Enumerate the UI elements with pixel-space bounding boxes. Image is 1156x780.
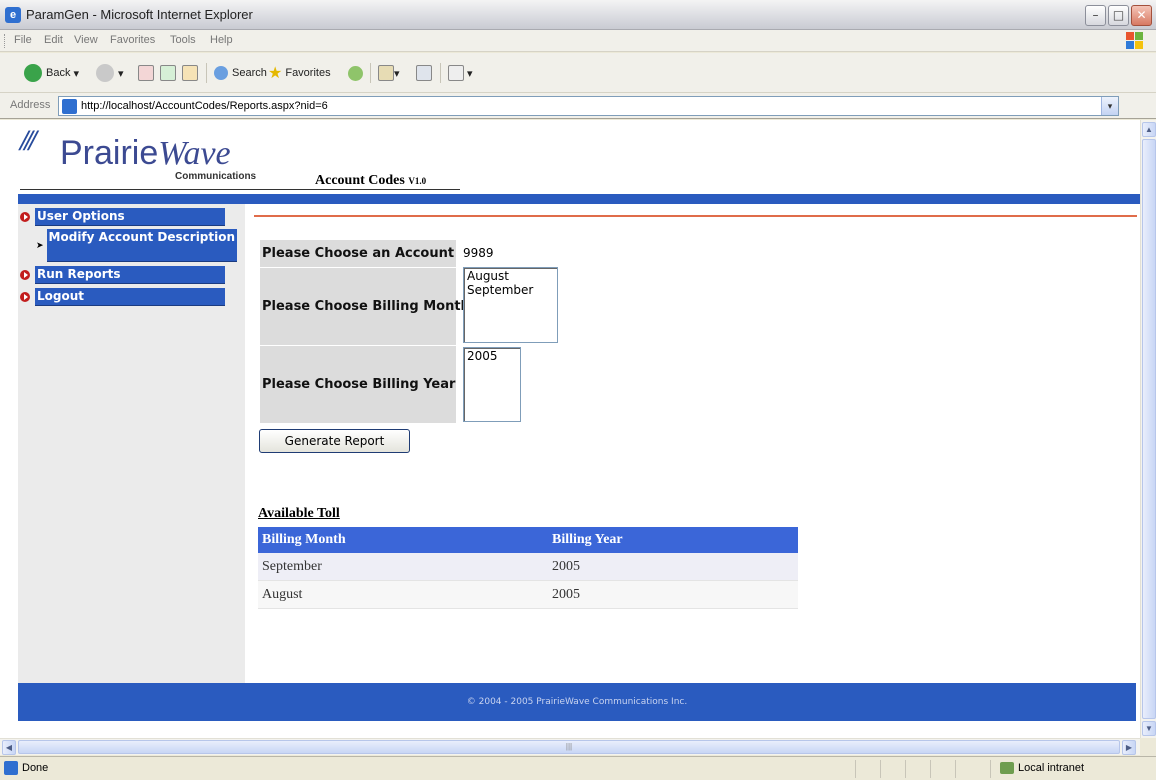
submenu-arrow-icon: ➤ <box>36 240 44 250</box>
nav-modify-account-description[interactable]: ➤ Modify Account Description <box>36 229 237 262</box>
menu-bar: File Edit View Favorites Tools Help <box>0 30 1156 52</box>
scroll-down-button[interactable]: ▼ <box>1142 721 1156 736</box>
menu-file[interactable]: File <box>14 34 32 46</box>
security-zone: Local intranet <box>1000 762 1084 774</box>
back-arrow-icon <box>24 64 42 82</box>
vertical-scrollbar[interactable]: ▲ ▼ <box>1140 120 1156 738</box>
address-label: Address <box>10 99 51 111</box>
search-button[interactable]: Search <box>214 62 267 84</box>
status-text: Done <box>22 762 49 774</box>
red-arrow-bullet-icon <box>20 270 30 280</box>
prairiewave-logo: /// PrairieWave Communications <box>20 124 257 182</box>
back-button[interactable]: Back ▾ <box>24 62 79 84</box>
refresh-button[interactable] <box>160 62 176 84</box>
title-divider <box>20 189 460 190</box>
edit-button[interactable]: ▾ <box>448 62 473 84</box>
nav-logout[interactable]: Logout <box>20 288 225 306</box>
address-url[interactable]: http://localhost/AccountCodes/Reports.as… <box>81 100 328 112</box>
print-button[interactable] <box>416 62 432 84</box>
star-icon: ★ <box>268 65 283 82</box>
header-band <box>18 194 1140 204</box>
page-footer: © 2004 - 2005 PrairieWave Communications… <box>18 683 1136 721</box>
local-intranet-icon <box>1000 762 1014 774</box>
title-bar: e ParamGen - Microsoft Internet Explorer… <box>0 0 1156 30</box>
nav-run-reports[interactable]: Run Reports <box>20 266 225 284</box>
toolbar: Back ▾ ▾ Search ★ Favorites ▾ ▾ <box>0 53 1156 93</box>
column-header: Billing Year <box>552 532 623 547</box>
window-title: ParamGen - Microsoft Internet Explorer <box>26 7 253 22</box>
history-icon <box>348 65 363 81</box>
menu-favorites[interactable]: Favorites <box>110 34 155 46</box>
billing-year-listbox[interactable]: 2005 <box>463 347 521 422</box>
address-dropdown-button[interactable]: ▾ <box>1101 97 1118 115</box>
content-divider <box>254 215 1137 217</box>
billing-month-cell: September <box>262 558 322 574</box>
minimize-button[interactable]: – <box>1085 5 1106 26</box>
horizontal-scroll-thumb[interactable]: ||| <box>18 740 1120 754</box>
refresh-icon <box>160 65 176 81</box>
billing-year-label: Please Choose Billing Year <box>260 346 456 423</box>
browser-window: e ParamGen - Microsoft Internet Explorer… <box>0 0 1156 780</box>
menu-tools[interactable]: Tools <box>170 34 196 46</box>
billing-year-cell: 2005 <box>552 586 580 602</box>
account-label: Please Choose an Account <box>260 240 456 267</box>
maximize-button[interactable]: □ <box>1108 5 1129 26</box>
mail-icon <box>378 65 394 81</box>
page-done-icon <box>4 761 18 775</box>
address-bar: Address http://localhost/AccountCodes/Re… <box>0 93 1156 119</box>
close-button[interactable]: ✕ <box>1131 5 1152 26</box>
billing-month-cell: August <box>262 586 303 602</box>
home-button[interactable] <box>182 62 198 84</box>
table-row: September 2005 <box>258 553 798 581</box>
forward-arrow-icon <box>96 64 114 82</box>
table-row: August 2005 <box>258 581 798 609</box>
month-option[interactable]: August <box>467 269 554 283</box>
stop-icon <box>138 65 154 81</box>
ie-icon: e <box>5 7 21 23</box>
column-header: Billing Month <box>262 532 346 547</box>
vertical-scroll-thumb[interactable] <box>1142 139 1156 719</box>
windows-logo-icon <box>1126 32 1144 50</box>
red-arrow-bullet-icon <box>20 212 30 222</box>
mail-button[interactable]: ▾ <box>378 62 400 84</box>
page-viewport: /// PrairieWave Communications Account C… <box>0 120 1140 738</box>
stop-button[interactable] <box>138 62 154 84</box>
scroll-right-button[interactable]: ▶ <box>1122 740 1136 755</box>
billing-month-listbox[interactable]: August September <box>463 267 558 343</box>
print-icon <box>416 65 432 81</box>
favorites-button[interactable]: ★ Favorites <box>268 62 331 84</box>
menubar-grip <box>4 34 7 48</box>
red-arrow-bullet-icon <box>20 292 30 302</box>
year-option[interactable]: 2005 <box>467 349 517 363</box>
month-option[interactable]: September <box>467 283 554 297</box>
menu-view[interactable]: View <box>74 34 98 46</box>
scroll-up-button[interactable]: ▲ <box>1142 122 1156 137</box>
search-icon <box>214 66 228 80</box>
menu-help[interactable]: Help <box>210 34 233 46</box>
app-title: Account Codes V1.0 <box>315 173 427 188</box>
account-value: 9989 <box>463 246 494 260</box>
generate-report-button[interactable]: Generate Report <box>259 429 410 453</box>
grid-header: Billing Month Billing Year <box>258 527 798 553</box>
scroll-corner <box>1140 738 1156 755</box>
home-icon <box>182 65 198 81</box>
billing-month-label: Please Choose Billing Month <box>260 268 470 345</box>
horizontal-scrollbar[interactable]: ◀ ||| ▶ <box>0 738 1140 755</box>
available-toll-grid: Billing Month Billing Year September 200… <box>258 527 798 609</box>
logo-swoosh-icon: /// <box>20 124 37 157</box>
menu-edit[interactable]: Edit <box>44 34 63 46</box>
forward-button[interactable]: ▾ <box>96 62 124 84</box>
available-toll-title: Available Toll <box>258 506 340 521</box>
address-input[interactable]: http://localhost/AccountCodes/Reports.as… <box>58 96 1119 116</box>
edit-page-icon <box>448 65 464 81</box>
billing-year-cell: 2005 <box>552 558 580 574</box>
scroll-left-button[interactable]: ◀ <box>2 740 16 755</box>
page-icon <box>62 99 77 114</box>
nav-user-options[interactable]: User Options <box>20 208 225 226</box>
status-bar: Done Local intranet <box>0 756 1156 780</box>
history-button[interactable] <box>348 62 367 84</box>
